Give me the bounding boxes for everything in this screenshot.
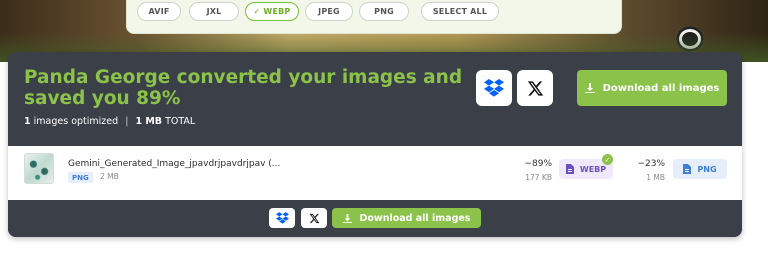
format-selector: AVIF JXL ✓ WEBP JPEG PNG SELECT ALL xyxy=(126,0,622,34)
x-logo-icon xyxy=(309,213,319,223)
dropbox-icon xyxy=(484,79,504,97)
images-count-label: images optimized xyxy=(30,116,119,127)
dropbox-save-button[interactable] xyxy=(476,70,512,106)
download-icon xyxy=(584,83,595,93)
dropbox-icon xyxy=(275,212,289,224)
format-webp-label: WEBP xyxy=(263,7,291,16)
results-panel: Panda George converted your images and s… xyxy=(8,52,742,237)
select-all-button[interactable]: SELECT ALL xyxy=(421,2,499,21)
x-logo-icon xyxy=(527,80,543,96)
webp-selected-check-icon: ✓ xyxy=(602,154,613,165)
download-footer: Download all images xyxy=(8,200,742,237)
check-icon: ✓ xyxy=(253,7,261,16)
file-original-size: 2 MB xyxy=(100,172,119,181)
png-output-size: 1 MB xyxy=(646,173,665,182)
total-size: 1 MB xyxy=(135,116,163,127)
download-all-label: Download all images xyxy=(602,82,720,94)
footer-dropbox-button[interactable] xyxy=(269,208,295,228)
png-badge-label: PNG xyxy=(697,164,717,174)
savings-headline: Panda George converted your images and s… xyxy=(24,67,463,109)
format-jxl-button[interactable]: JXL xyxy=(189,2,239,21)
download-png-button[interactable]: PNG xyxy=(673,159,727,179)
panda-paw-image xyxy=(676,26,704,52)
download-all-button[interactable]: Download all images xyxy=(577,70,727,106)
webp-badge-label: WEBP xyxy=(579,164,607,174)
download-icon xyxy=(342,213,352,223)
optimization-stats: 1 images optimized | 1 MB TOTAL xyxy=(24,116,195,127)
file-icon xyxy=(565,164,574,174)
png-saving-percent: −23% xyxy=(637,159,665,169)
format-avif-button[interactable]: AVIF xyxy=(137,2,181,21)
file-type-badge: PNG xyxy=(68,172,93,183)
webp-saving-percent: −89% xyxy=(524,159,552,169)
file-name: Gemini_Generated_Image_jpavdrjpavdrjpav … xyxy=(68,159,281,169)
x-share-button[interactable] xyxy=(517,70,553,106)
images-count: 1 xyxy=(24,116,31,127)
file-row: Gemini_Generated_Image_jpavdrjpavdrjpav … xyxy=(8,146,742,200)
webp-output-size: 177 KB xyxy=(525,173,552,182)
format-jpeg-button[interactable]: JPEG xyxy=(305,2,353,21)
format-png-button[interactable]: PNG xyxy=(359,2,409,21)
format-webp-button[interactable]: ✓ WEBP xyxy=(245,2,299,21)
file-icon xyxy=(683,164,692,174)
stats-separator: | xyxy=(125,116,129,127)
footer-download-all-label: Download all images xyxy=(359,212,471,224)
file-thumbnail xyxy=(24,153,54,184)
total-size-label: TOTAL xyxy=(162,116,196,127)
footer-download-all-button[interactable]: Download all images xyxy=(332,208,481,228)
footer-x-share-button[interactable] xyxy=(301,208,327,228)
